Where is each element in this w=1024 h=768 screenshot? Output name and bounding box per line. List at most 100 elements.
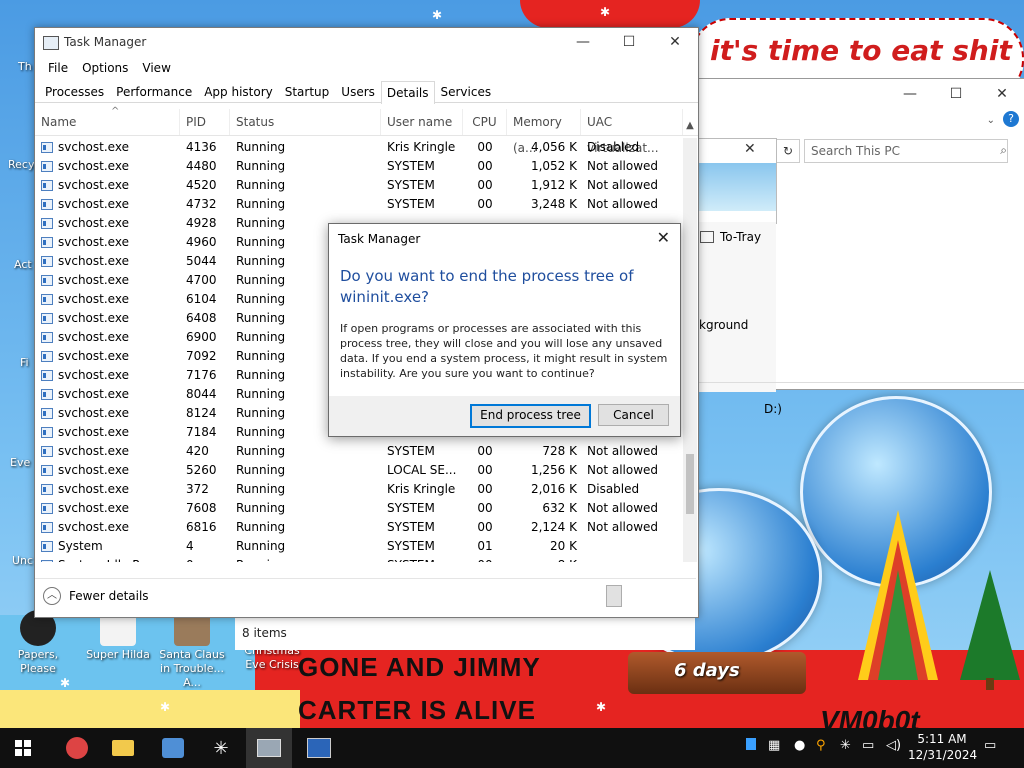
refresh-button[interactable]: ↻ — [776, 139, 800, 163]
dialog-heading: Do you want to end the process tree of w… — [340, 267, 634, 306]
close-icon[interactable]: ✕ — [744, 141, 756, 157]
menu-view[interactable]: View — [135, 58, 177, 80]
table-row[interactable]: svchost.exe 372 Running Kris Kringle 00 2,016… — [35, 480, 683, 499]
close-button[interactable]: ✕ — [652, 28, 698, 58]
chevron-down-icon[interactable]: ⌄ — [987, 115, 995, 126]
search-input[interactable]: Search This PC — [804, 139, 1008, 163]
cell-cpu: 00 — [477, 197, 493, 211]
help-icon[interactable]: ? — [1003, 111, 1019, 127]
cell-name: svchost.exe — [35, 309, 180, 328]
column-user-name[interactable]: User name — [381, 109, 463, 135]
drive-label[interactable]: D:) — [764, 402, 782, 416]
to-tray-button[interactable]: To-Tray — [700, 230, 761, 244]
table-row[interactable]: System 4 Running SYSTEM 01 20 K — [35, 537, 683, 556]
globe-countdown-label: 6 days — [674, 660, 740, 681]
cell-pid: 7608 — [186, 501, 217, 515]
cell-pid: 4136 — [186, 140, 217, 154]
end-task-button[interactable] — [606, 585, 622, 607]
tab-app-history[interactable]: App history — [198, 80, 279, 102]
desktop-icon-santa-claus-in-trouble[interactable]: Santa Claus in Trouble... A... — [156, 610, 228, 690]
desktop-icon-label[interactable]: Act — [14, 258, 32, 271]
snowflake-tray-icon[interactable]: ✳ — [840, 738, 851, 753]
cell-mem: 1,052 K — [530, 159, 577, 173]
desktop-icon-label[interactable]: Recy — [8, 158, 34, 171]
cell-name: svchost.exe — [35, 404, 180, 423]
cell-user: SYSTEM — [387, 197, 435, 211]
cell-status: Running — [236, 463, 286, 477]
maximize-icon[interactable]: ☐ — [933, 79, 979, 109]
taskbar-task-manager[interactable] — [246, 728, 292, 768]
cell-name: svchost.exe — [35, 461, 180, 480]
clock[interactable]: 5:11 AM 12/31/2024 — [908, 731, 978, 763]
tab-details[interactable]: Details — [380, 81, 435, 104]
table-row[interactable]: svchost.exe 4136 Running Kris Kringle 00 4,05… — [35, 138, 683, 157]
maximize-button[interactable]: ☐ — [606, 28, 652, 58]
end-process-tree-button[interactable]: End process tree — [470, 404, 591, 428]
table-row[interactable]: svchost.exe 6816 Running SYSTEM 00 2,124 K Not… — [35, 518, 683, 537]
process-icon — [41, 218, 53, 229]
cell-pid: 4732 — [186, 197, 217, 211]
tray-app-icon[interactable] — [746, 738, 756, 754]
table-row[interactable]: svchost.exe 7608 Running SYSTEM 00 632 K Not a… — [35, 499, 683, 518]
process-icon — [41, 370, 53, 381]
scrollbar-thumb[interactable] — [686, 454, 694, 514]
tab-startup[interactable]: Startup — [279, 80, 336, 102]
clock-date: 12/31/2024 — [908, 748, 978, 762]
search-tray-icon[interactable]: ⚲ — [816, 738, 826, 753]
column-memory[interactable]: Memory (a... — [507, 109, 581, 155]
taskbar-app-monitor[interactable] — [296, 728, 342, 768]
cell-status: Running — [230, 556, 381, 562]
cell-user: Kris Kringle — [387, 140, 456, 154]
close-icon[interactable]: ✕ — [979, 79, 1024, 109]
tab-performance[interactable]: Performance — [110, 80, 198, 102]
taskbar-app-installer[interactable] — [150, 728, 196, 768]
start-button[interactable] — [0, 728, 46, 768]
tab-users[interactable]: Users — [335, 80, 381, 102]
cell-pid: 8124 — [186, 406, 217, 420]
volume-icon[interactable]: ◁) — [886, 738, 901, 753]
task-manager-icon — [43, 36, 59, 50]
vertical-scrollbar[interactable] — [683, 138, 697, 562]
water-drop-icon[interactable]: ● — [794, 738, 805, 753]
title-bar[interactable]: Task Manager — ☐ ✕ — [35, 28, 698, 58]
end-process-tree-dialog[interactable]: Task Manager ✕ Do you want to end the pr… — [328, 223, 681, 437]
tray-paint-icon[interactable]: ▦ — [768, 738, 780, 753]
minimize-icon[interactable]: — — [887, 79, 933, 109]
desktop-icon-label[interactable]: Fi — [20, 356, 29, 369]
taskbar-app-christmas[interactable] — [54, 728, 100, 768]
table-row[interactable]: svchost.exe 5260 Running LOCAL SE... 00 1,256… — [35, 461, 683, 480]
desktop-icon-label[interactable]: Th — [18, 60, 32, 73]
taskbar-file-explorer[interactable] — [100, 728, 146, 768]
network-icon[interactable]: ▭ — [862, 738, 874, 753]
process-icon — [41, 427, 53, 438]
minimize-button[interactable]: — — [560, 28, 606, 58]
table-row[interactable]: svchost.exe 4520 Running SYSTEM 00 1,912 K Not… — [35, 176, 683, 195]
column-cpu[interactable]: CPU — [463, 109, 507, 135]
table-row[interactable]: svchost.exe 4732 Running SYSTEM 00 3,248 K Not… — [35, 195, 683, 214]
column-pid[interactable]: PID — [180, 109, 230, 135]
fewer-details-button[interactable]: ︿ Fewer details — [43, 587, 149, 605]
notifications-icon[interactable]: ▭ — [984, 738, 996, 753]
cancel-button[interactable]: Cancel — [598, 404, 669, 426]
tab-services[interactable]: Services — [435, 80, 498, 102]
desktop-icon-label[interactable]: Unc — [12, 554, 33, 567]
desktop-icon-label[interactable]: Eve — [10, 456, 30, 469]
close-icon[interactable]: ✕ — [657, 228, 670, 247]
scroll-up-icon[interactable]: ▲ — [683, 120, 697, 131]
table-row[interactable]: svchost.exe 420 Running SYSTEM 00 728 K Not al… — [35, 442, 683, 461]
taskbar-app-snowflake[interactable]: ✳ — [198, 728, 244, 768]
tab-processes[interactable]: Processes — [39, 80, 110, 102]
menu-file[interactable]: File — [41, 58, 75, 80]
table-row[interactable]: svchost.exe 4480 Running SYSTEM 00 1,052 K Not… — [35, 157, 683, 176]
cell-mem: 728 K — [542, 444, 577, 458]
cell-cpu: 00 — [477, 159, 493, 173]
tray-icon — [700, 231, 714, 243]
task-manager-taskbar-icon — [257, 739, 281, 757]
column-status[interactable]: Status — [230, 109, 381, 135]
process-icon — [41, 389, 53, 400]
desktop-icon-papers-please[interactable]: Papers, Please — [2, 610, 74, 676]
table-row[interactable]: System Idle Process0RunningSYSTEM008 K — [35, 556, 683, 562]
menu-options[interactable]: Options — [75, 58, 135, 80]
clock-time: 5:11 AM — [917, 732, 967, 746]
column-uac[interactable]: UAC virtualizat... — [581, 109, 683, 155]
